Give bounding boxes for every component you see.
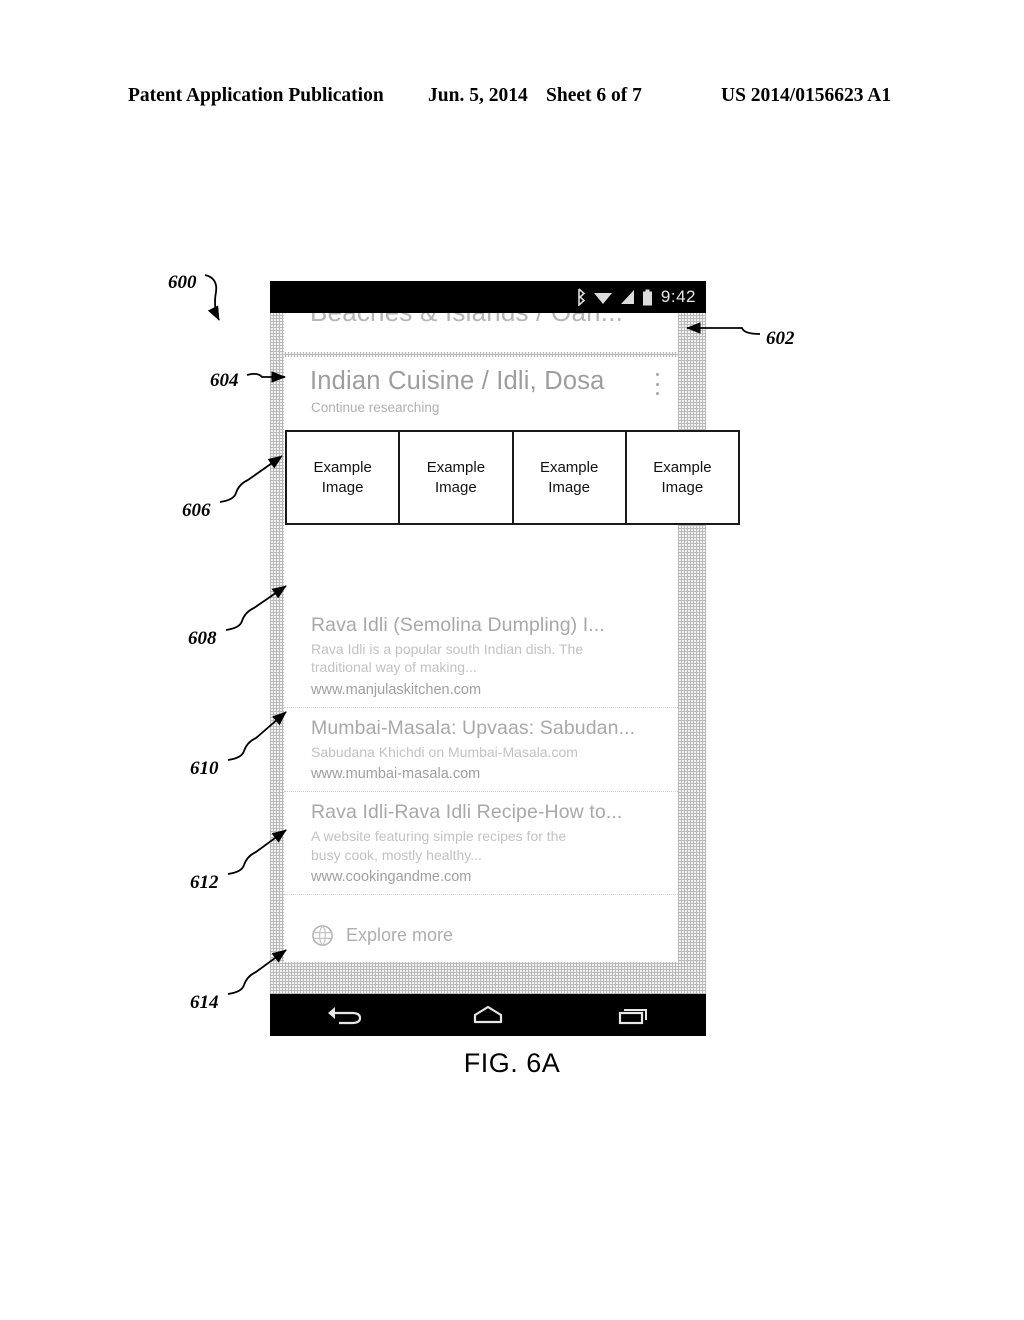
example-image-line2: Image (321, 478, 364, 496)
result-snippet: Sabudana Khichdi on Mumbai-Masala.com (311, 743, 578, 760)
overflow-dot (656, 392, 659, 395)
android-status-bar: 9:42 (270, 281, 706, 313)
example-image-line2: Image (661, 478, 704, 496)
leader-600 (204, 274, 220, 321)
reference-numeral-608: 608 (188, 628, 217, 649)
overflow-dot (656, 382, 659, 386)
example-image-cell[interactable]: Example Image (513, 432, 627, 523)
reference-numeral-612: 612 (190, 872, 219, 893)
previous-card[interactable]: Beaches & Islands / Oah... (284, 313, 678, 352)
publication-date: Jun. 5, 2014 (428, 85, 528, 106)
result-snippet: A website featuring simple recipes for t… (311, 828, 567, 863)
overflow-menu-icon[interactable] (655, 373, 660, 395)
reference-numeral-606: 606 (182, 500, 211, 521)
example-image-line1: Example (653, 459, 712, 476)
example-image-strip[interactable]: Example Image Example Image Example Imag… (285, 430, 740, 525)
result-title: Rava Idli-Rava Idli Recipe-How to... (311, 801, 623, 824)
patent-page-header: Patent Application Publication Jun. 5, 2… (128, 85, 896, 115)
sheet-number: Sheet 6 of 7 (546, 85, 642, 106)
result-url: www.mumbai-masala.com (311, 766, 481, 783)
previous-card-title: Beaches & Islands / Oah... (310, 313, 623, 328)
result-url: www.manjulaskitchen.com (311, 681, 482, 698)
result-title: Rava Idli (Semolina Dumpling) I... (311, 614, 605, 636)
battery-icon (642, 289, 652, 305)
example-image-line2: Image (548, 478, 590, 496)
explore-more-label: Explore more (346, 925, 454, 945)
overflow-dot (656, 373, 659, 376)
list-item[interactable]: Rava Idli-Rava Idli Recipe-How to... A w… (284, 792, 678, 896)
result-title: Mumbai-Masala: Upvaas: Sabudan... (311, 716, 636, 739)
example-image-cell[interactable]: Example Image (626, 432, 738, 523)
home-button[interactable] (465, 1002, 511, 1028)
card-subtitle: Continue researching (311, 400, 440, 415)
reference-numeral-614: 614 (190, 992, 219, 1013)
card-title: Indian Cuisine / Idli, Dosa (310, 367, 605, 395)
back-button[interactable] (320, 1002, 366, 1028)
signal-icon (620, 290, 634, 304)
list-item[interactable]: Rava Idli (Semolina Dumpling) I... Rava … (284, 605, 678, 708)
figure-caption: FIG. 6A (463, 1048, 561, 1078)
result-url: www.cookingandme.com (311, 869, 472, 886)
example-image-line1: Example (426, 459, 486, 476)
phone-mockup: 9:42 Beaches & Islands / Oah... Indian C… (270, 281, 740, 1036)
bluetooth-icon (578, 288, 586, 306)
reference-numeral-604: 604 (210, 370, 239, 391)
example-image-line1: Example (313, 459, 372, 476)
recents-button[interactable] (610, 1002, 656, 1028)
wifi-icon (593, 293, 612, 304)
patent-number: US 2014/0156623 A1 (721, 85, 892, 106)
card-header: Indian Cuisine / Idli, Dosa Continue res… (284, 357, 678, 425)
result-snippet: Rava Idli is a popular south Indian dish… (311, 641, 584, 676)
globe-icon (312, 925, 333, 946)
status-icon-group (576, 288, 653, 306)
android-nav-bar (270, 994, 706, 1036)
example-image-line1: Example (539, 459, 599, 476)
list-item[interactable]: Mumbai-Masala: Upvaas: Sabudan... Sabuda… (284, 708, 678, 793)
reference-numeral-602: 602 (766, 328, 795, 349)
example-image-line2: Image (435, 478, 477, 496)
publication-label: Patent Application Publication (128, 85, 384, 106)
example-image-cell[interactable]: Example Image (287, 432, 401, 523)
explore-more-row[interactable]: Explore more (284, 909, 678, 962)
reference-numeral-600: 600 (168, 272, 197, 293)
reference-numeral-610: 610 (190, 758, 219, 779)
status-bar-clock: 9:42 (660, 287, 696, 306)
search-results-list: Rava Idli (Semolina Dumpling) I... Rava … (284, 605, 678, 896)
example-image-cell[interactable]: Example Image (400, 432, 514, 523)
